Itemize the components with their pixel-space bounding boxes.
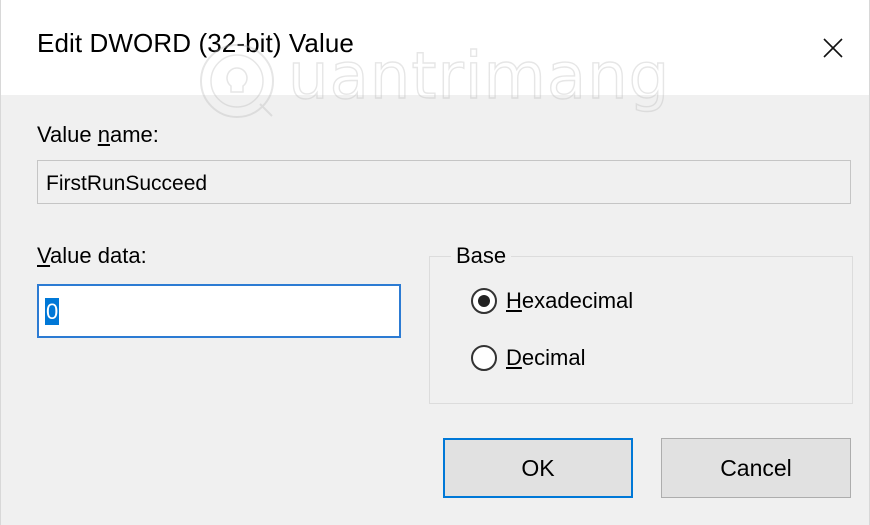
close-icon bbox=[823, 37, 843, 58]
radio-hexadecimal[interactable]: Hexadecimal bbox=[471, 288, 633, 314]
radio-decimal[interactable]: Decimal bbox=[471, 345, 585, 371]
radio-button-decimal[interactable] bbox=[471, 345, 497, 371]
title-bar: Edit DWORD (32-bit) Value bbox=[1, 0, 869, 95]
close-button[interactable] bbox=[797, 0, 869, 95]
value-data-label: Value data: bbox=[37, 243, 147, 268]
value-name-label: Value name: bbox=[37, 122, 159, 147]
value-data-input[interactable]: 0 bbox=[37, 284, 401, 338]
ok-button[interactable]: OK bbox=[443, 438, 633, 498]
radio-button-hexadecimal[interactable] bbox=[471, 288, 497, 314]
cancel-button[interactable]: Cancel bbox=[661, 438, 851, 498]
value-name-field[interactable]: FirstRunSucceed bbox=[37, 160, 851, 204]
radio-hexadecimal-label: Hexadecimal bbox=[506, 288, 634, 313]
edit-dword-dialog: Edit DWORD (32-bit) Value uantrimang Val… bbox=[0, 0, 870, 525]
value-data-text: 0 bbox=[45, 298, 60, 325]
radio-selected-dot bbox=[478, 295, 490, 307]
base-legend: Base bbox=[451, 243, 512, 269]
base-group-box bbox=[429, 256, 853, 404]
radio-decimal-label: Decimal bbox=[506, 345, 586, 370]
dialog-title: Edit DWORD (32-bit) Value bbox=[37, 28, 354, 58]
